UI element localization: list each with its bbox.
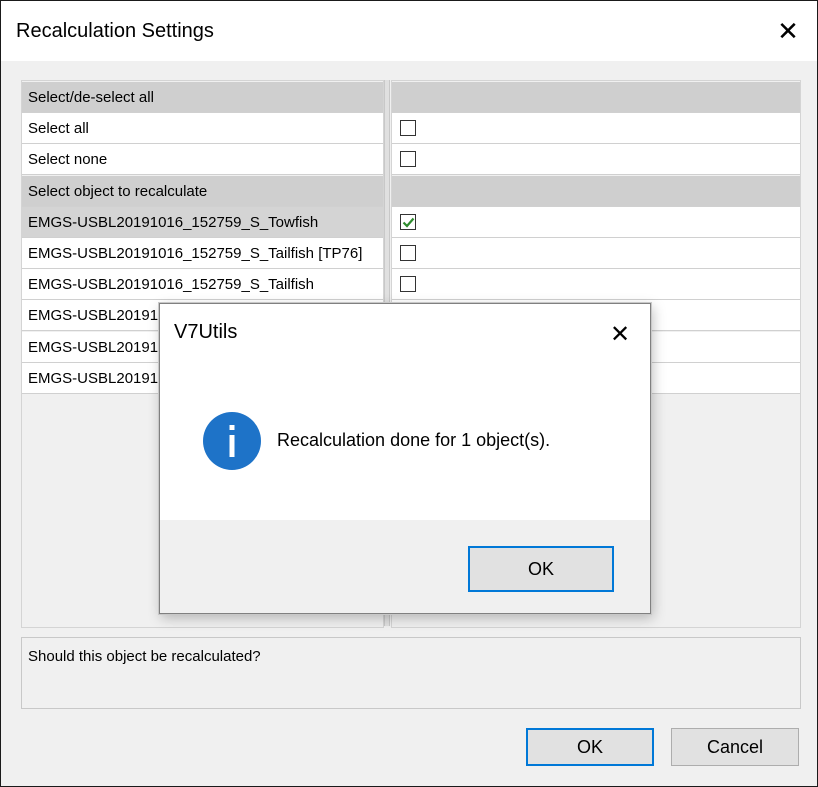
cancel-button[interactable]: Cancel [671,728,799,766]
grid-row-value [392,207,800,238]
grid-category-value [392,176,800,207]
grid-row-label[interactable]: EMGS-USBL20191016_152759_S_Towfish [22,207,383,238]
grid-category-row: Select/de-select all [22,82,383,113]
grid-row-label[interactable]: EMGS-USBL20191016_152759_S_Tailfish [TP7… [22,238,383,269]
message-box-footer: OK [160,520,650,613]
grid-category-row: Select object to recalculate [22,176,383,207]
window-title: Recalculation Settings [16,20,214,42]
grid-row-value [392,238,800,269]
grid-row-label[interactable]: Select none [22,144,383,175]
grid-category-value [392,82,800,113]
message-box-ok-button[interactable]: OK [468,546,614,592]
message-box: V7Utils ✕ Recalculation done for 1 objec… [159,303,651,614]
grid-row-value [392,269,800,300]
checkbox[interactable] [400,151,416,167]
checkbox[interactable] [400,214,416,230]
ok-button[interactable]: OK [526,728,654,766]
title-bar: Recalculation Settings ✕ [1,1,817,61]
close-icon[interactable]: ✕ [759,1,817,61]
grid-row-label[interactable]: Select all [22,113,383,144]
checkbox[interactable] [400,245,416,261]
info-icon [203,412,261,470]
check-icon [402,217,414,228]
message-text: Recalculation done for 1 object(s). [277,430,551,450]
description-text: Should this object be recalculated? [28,648,261,665]
grid-row-value [392,144,800,175]
close-icon[interactable]: ✕ [590,304,650,364]
grid-row-value [392,113,800,144]
description-pane: Should this object be recalculated? [21,637,801,709]
checkbox[interactable] [400,120,416,136]
checkbox[interactable] [400,276,416,292]
grid-row-label[interactable]: EMGS-USBL20191016_152759_S_Tailfish [22,269,383,300]
message-box-title: V7Utils [174,321,238,343]
